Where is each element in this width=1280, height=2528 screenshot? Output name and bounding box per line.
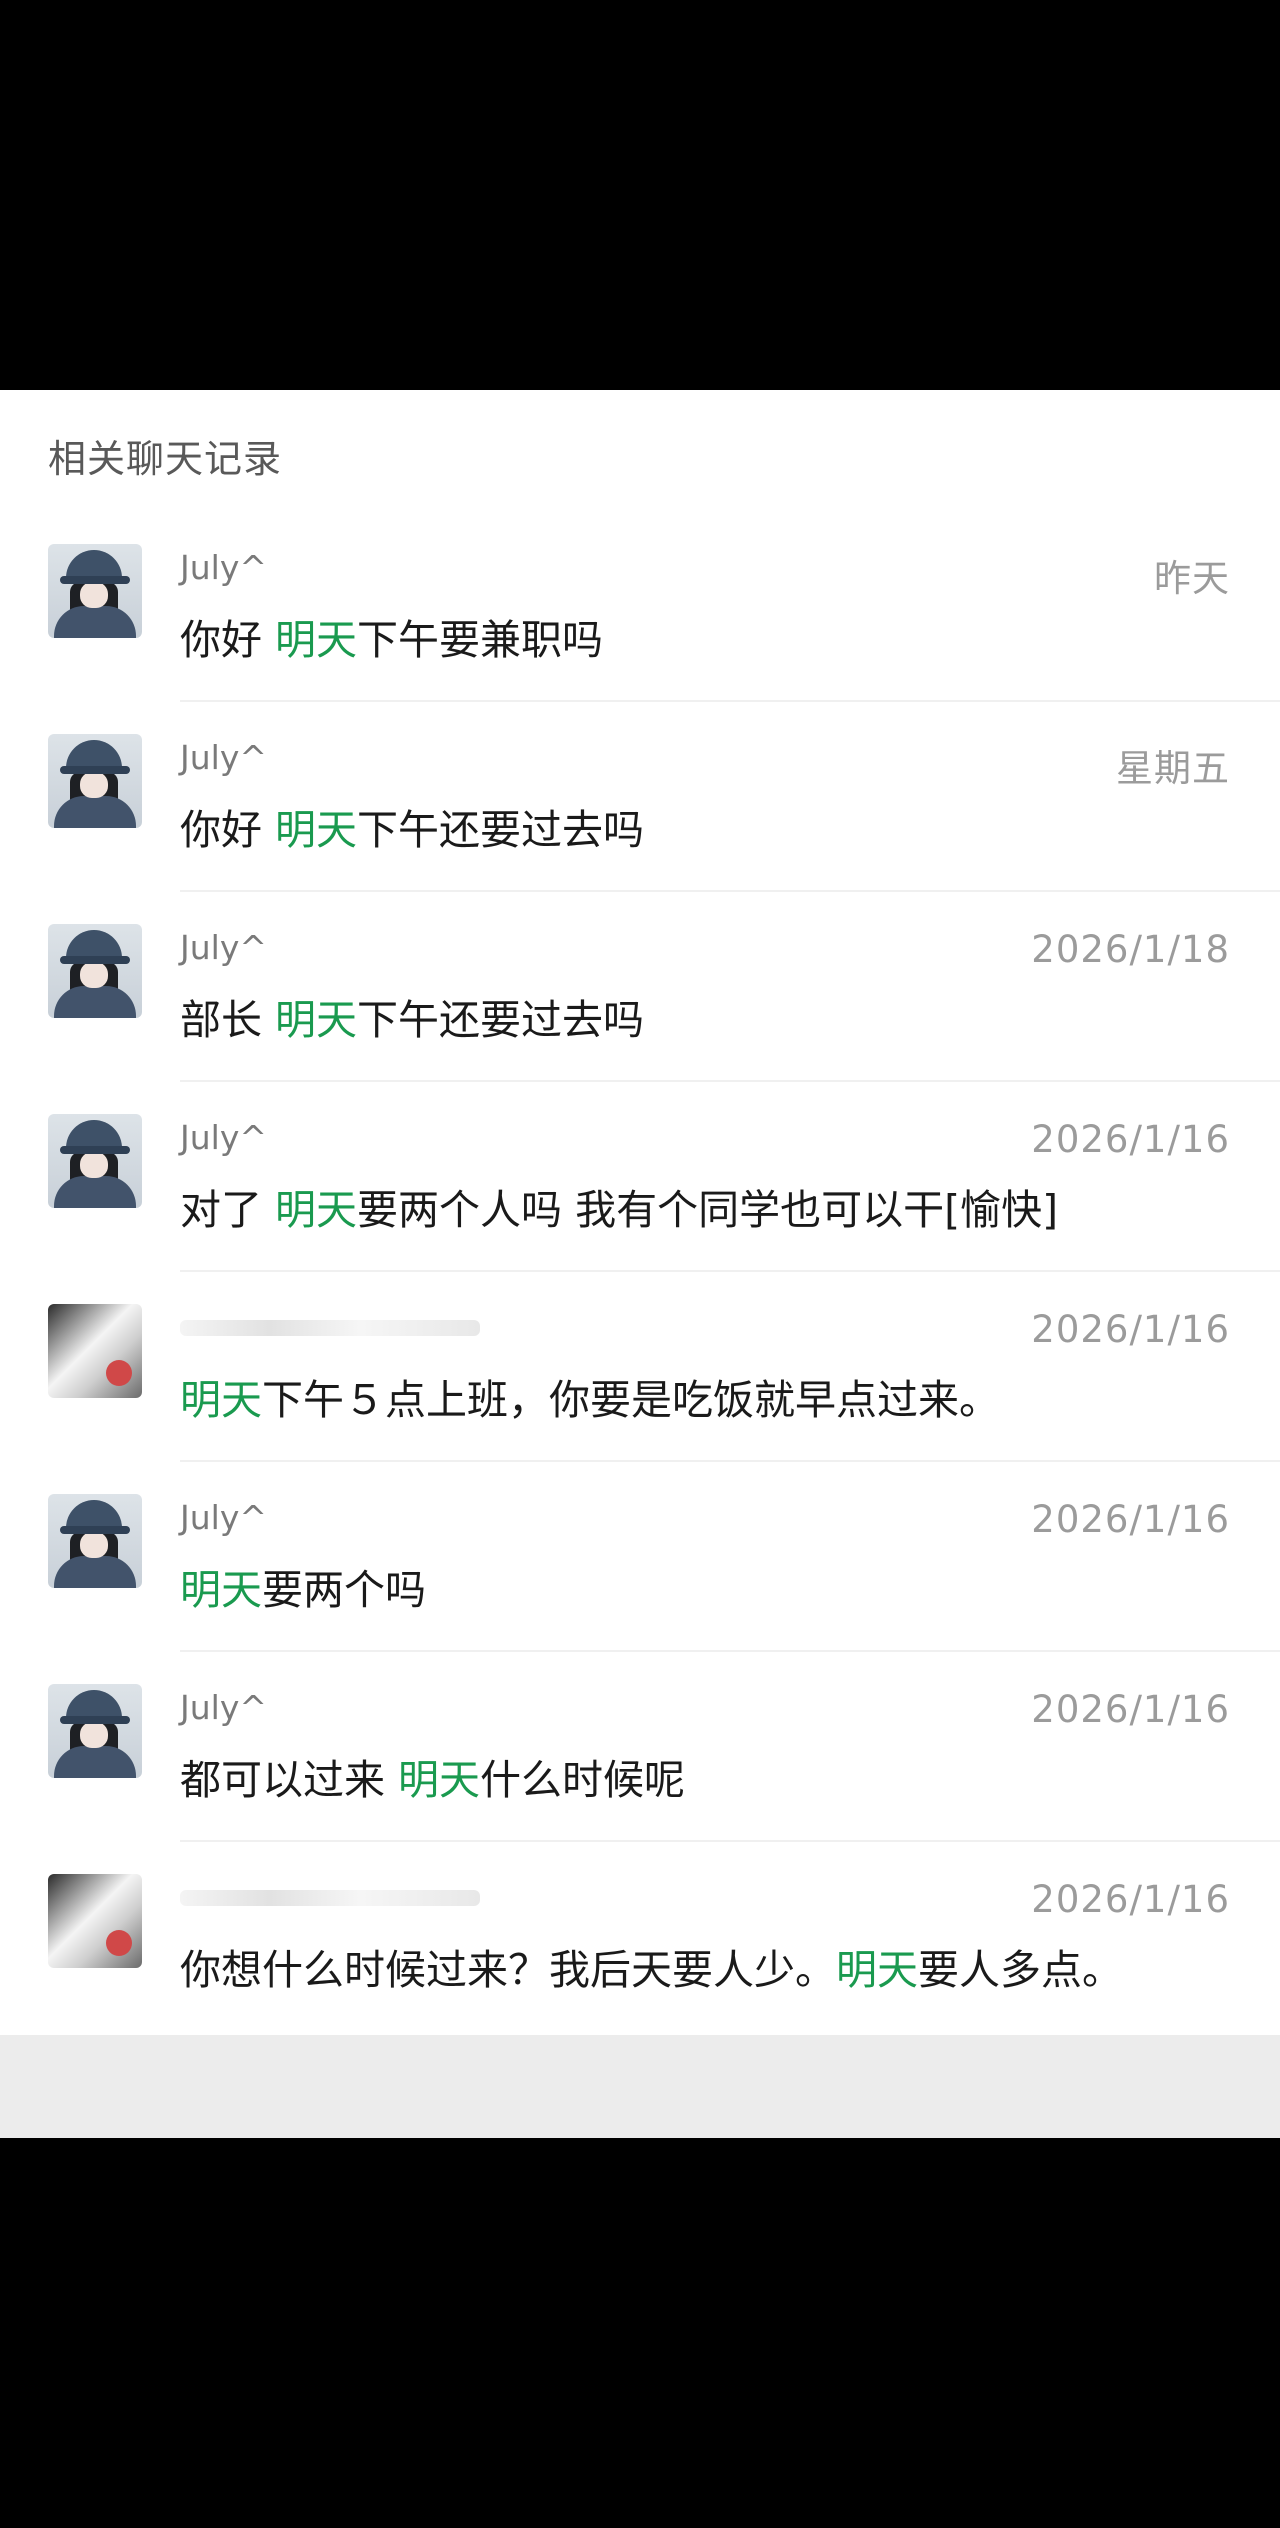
message-date: 2026/1/16 [1031,1118,1230,1161]
message-text: 你好 明天下午还要过去吗 [180,796,644,856]
result-row[interactable]: July^ 2026/1/18 部长 明天下午还要过去吗 [0,892,1280,1082]
result-row[interactable]: July^ 2026/1/16 明天要两个吗 [0,1462,1280,1652]
keyword-highlight: 明天 [275,616,358,664]
footer-area [0,2035,1280,2138]
message-text: 你想什么时候过来？我后天要人少。明天要人多点。 [180,1936,1123,1996]
top-black-bar [0,0,1280,390]
message-date: 2026/1/16 [1031,1688,1230,1731]
message-after: 要两个人吗 我有个同学也可以干[愉快] [357,1186,1059,1234]
keyword-highlight: 明天 [398,1756,481,1804]
sender-name: July^ [180,1118,267,1157]
message-text: 部长 明天下午还要过去吗 [180,986,644,1046]
result-row[interactable]: July^ 星期五 你好 明天下午还要过去吗 [0,702,1280,892]
message-after: 下午还要过去吗 [357,806,645,854]
sender-name: July^ [180,1688,267,1727]
avatar [48,1684,142,1778]
message-text: 明天下午５点上班，你要是吃饭就早点过来。 [180,1366,1000,1426]
message-date: 2026/1/16 [1031,1878,1230,1921]
message-before: 对了 [180,1186,276,1234]
message-after: 下午５点上班，你要是吃饭就早点过来。 [262,1376,1000,1424]
result-row[interactable]: 2026/1/16 明天下午５点上班，你要是吃饭就早点过来。 [0,1272,1280,1462]
message-date: 2026/1/16 [1031,1308,1230,1351]
sender-name: July^ [180,548,267,587]
message-text: 都可以过来 明天什么时候呢 [180,1746,685,1806]
result-row[interactable]: July^ 2026/1/16 都可以过来 明天什么时候呢 [0,1652,1280,1842]
message-before: 你好 [180,616,276,664]
avatar [48,1494,142,1588]
message-after: 要人多点。 [918,1946,1123,1994]
sender-name: July^ [180,928,267,967]
sender-name: July^ [180,1498,267,1537]
message-text: 对了 明天要两个人吗 我有个同学也可以干[愉快] [180,1176,1058,1236]
avatar [48,734,142,828]
message-before: 都可以过来 [180,1756,399,1804]
avatar [48,924,142,1018]
section-title: 相关聊天记录 [48,437,283,481]
message-before: 你想什么时候过来？我后天要人少。 [180,1946,836,1994]
keyword-highlight: 明天 [180,1376,262,1424]
message-after: 要两个吗 [262,1566,426,1614]
avatar-redacted [48,1304,142,1398]
message-text: 你好 明天下午要兼职吗 [180,606,603,666]
sender-name-redacted [180,1890,480,1906]
keyword-highlight: 明天 [836,1946,918,1994]
keyword-highlight: 明天 [275,1186,358,1234]
result-row[interactable]: July^ 昨天 你好 明天下午要兼职吗 [0,512,1280,702]
avatar-redacted [48,1874,142,1968]
chat-search-panel: 相关聊天记录 July^ 昨天 你好 明天下午要兼职吗 July^ 星期五 你好… [0,390,1280,2035]
message-text: 明天要两个吗 [180,1556,426,1616]
keyword-highlight: 明天 [275,996,358,1044]
message-before: 你好 [180,806,276,854]
message-date: 2026/1/18 [1031,928,1230,971]
sender-name: July^ [180,738,267,777]
message-after: 下午还要过去吗 [357,996,645,1044]
result-row[interactable]: July^ 2026/1/16 对了 明天要两个人吗 我有个同学也可以干[愉快] [0,1082,1280,1272]
message-date: 2026/1/16 [1031,1498,1230,1541]
result-list: July^ 昨天 你好 明天下午要兼职吗 July^ 星期五 你好 明天下午还要… [0,512,1280,2032]
avatar [48,1114,142,1208]
avatar [48,544,142,638]
message-after: 下午要兼职吗 [357,616,604,664]
message-date: 昨天 [1154,557,1230,600]
bottom-black-bar [0,2138,1280,2528]
message-after: 什么时候呢 [480,1756,686,1804]
result-row[interactable]: 2026/1/16 你想什么时候过来？我后天要人少。明天要人多点。 [0,1842,1280,2032]
keyword-highlight: 明天 [180,1566,262,1614]
message-date: 星期五 [1116,747,1230,790]
keyword-highlight: 明天 [275,806,358,854]
sender-name-redacted [180,1320,480,1336]
message-before: 部长 [180,996,276,1044]
